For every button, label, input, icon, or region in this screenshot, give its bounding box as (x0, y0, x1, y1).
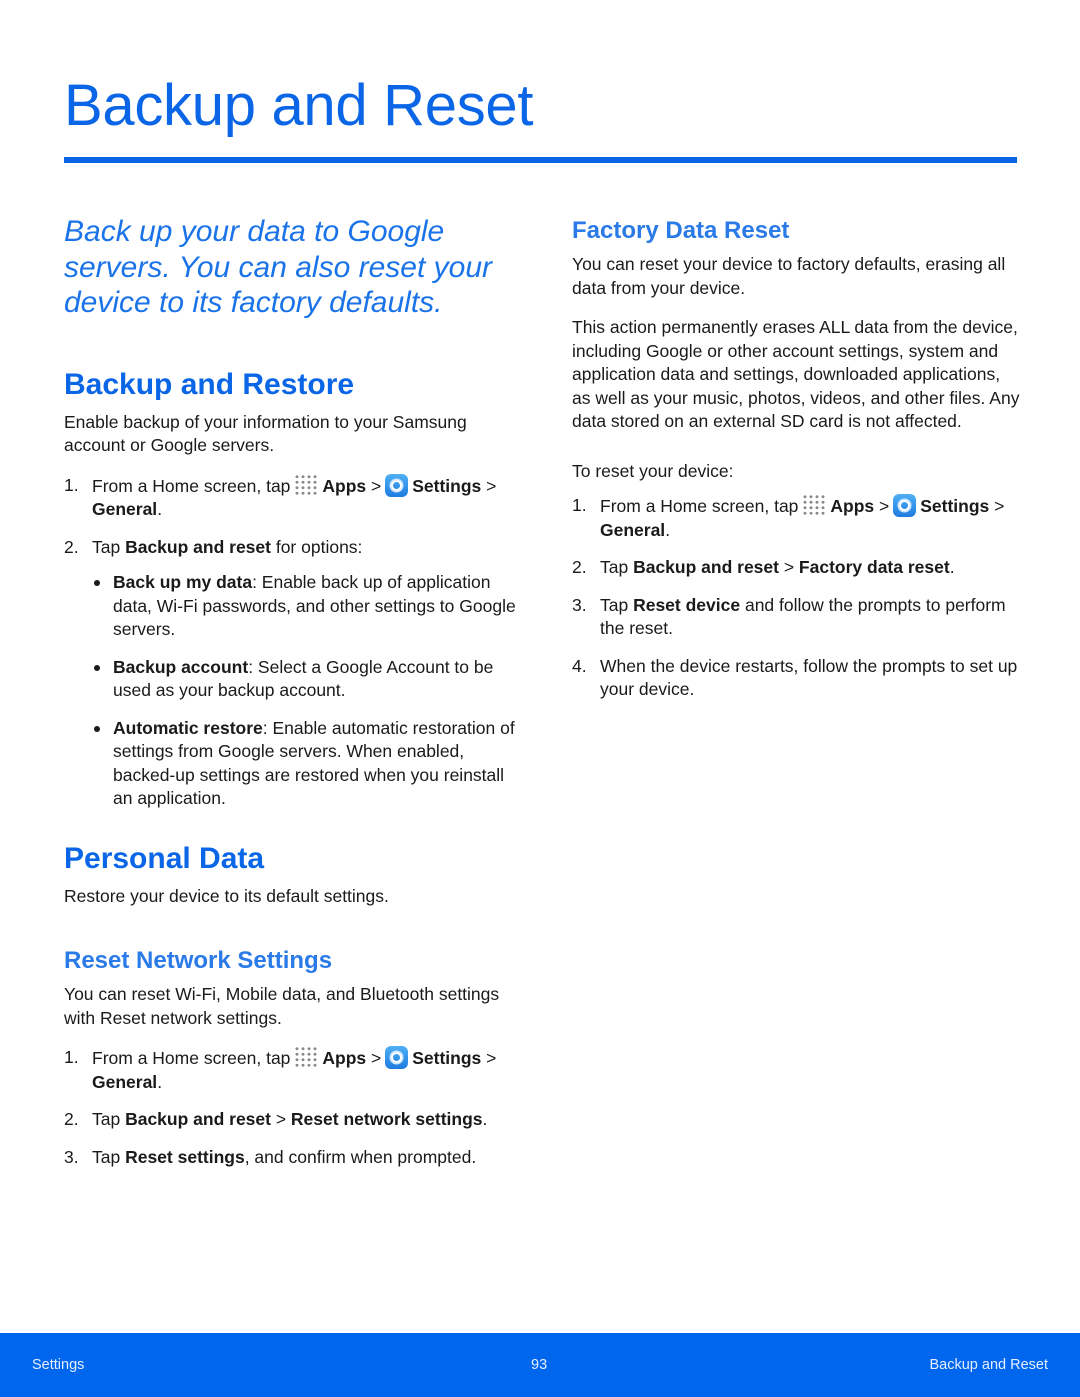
text-run: . (157, 499, 163, 519)
reset-network-steps: 1. From a Home screen, tap Apps > Settings … (64, 1046, 524, 1169)
chapter-intro: Back up your data to Google servers. You… (64, 215, 492, 319)
bold-term: Back up my data (113, 572, 253, 592)
factory-reset-steps: 1. From a Home screen, tap Apps > Settings … (572, 494, 1022, 702)
bold-term: Backup and reset (125, 1109, 271, 1129)
bullet-item: Automatic restore: Enable automatic rest… (92, 717, 524, 811)
apps-grid-icon (294, 1046, 319, 1068)
text-run: > (366, 475, 382, 496)
bold-term: Apps (322, 1048, 367, 1068)
step-number: 2. (64, 536, 79, 557)
text-run: From a Home screen, tap (92, 475, 291, 496)
reset-network-para: You can reset Wi-Fi, Mobile data, and Bl… (64, 984, 500, 1028)
text-run: Tap (92, 1146, 126, 1167)
text-run: > (366, 1048, 382, 1068)
step-number: 4. (572, 655, 587, 676)
settings-gear-icon (385, 1046, 409, 1069)
step-number: 3. (64, 1146, 79, 1167)
settings-gear-icon (385, 473, 409, 497)
bullet-item: Backup account: Select a Google Account … (92, 656, 524, 703)
bold-term: Settings (412, 1048, 482, 1068)
bold-term: Apps (322, 475, 367, 496)
step-number: 2. (572, 557, 587, 577)
text-run: Tap (600, 594, 634, 615)
text-run: Tap (600, 557, 634, 577)
backup-options-list: Back up my data: Enable back up of appli… (92, 571, 524, 811)
step-item: 3. Tap Reset settings, and confirm when p… (64, 1146, 524, 1170)
bold-term: Backup and reset (633, 557, 779, 577)
step-item: 2. Tap Backup and reset > Factory data re… (572, 556, 1022, 580)
text-run: From a Home screen, tap (92, 1048, 291, 1068)
page-footer: Settings 93 Backup and Reset (0, 1333, 1080, 1397)
text-run: . (665, 519, 671, 540)
bold-term: General (600, 519, 666, 540)
text-run: When the device restarts, follow the pro… (600, 655, 1018, 700)
backup-restore-steps: 1. From a Home screen, tap Apps > Settings … (64, 473, 524, 560)
personal-data-para: Restore your device to its default setti… (64, 885, 389, 906)
settings-gear-icon (893, 494, 917, 517)
step-item: 3. Tap Reset device and follow the prompt… (572, 594, 1022, 641)
bold-term: Reset network settings (290, 1109, 483, 1129)
backup-restore-para: Enable backup of your information to you… (64, 411, 467, 456)
text-run: > (989, 496, 1005, 516)
step-number: 1. (64, 474, 79, 495)
apps-grid-icon (802, 494, 827, 516)
apps-grid-icon (294, 473, 319, 496)
factory-reset-para2: This action permanently erases ALL data … (572, 317, 1020, 431)
right-column: Factory Data Reset You can reset your de… (572, 216, 1022, 716)
text-run: for options: (270, 536, 363, 557)
bold-term: Backup and reset (125, 536, 271, 557)
text-run: > (481, 1048, 497, 1068)
heading-factory-reset: Factory Data Reset (572, 217, 790, 244)
page-title: Backup and Reset (64, 73, 534, 138)
bold-term: Settings (920, 496, 990, 516)
factory-reset-para3: To reset your device: (572, 460, 734, 481)
bold-term: Reset settings (125, 1146, 245, 1167)
step-number: 2. (64, 1109, 79, 1129)
step-item: 1. From a Home screen, tap Apps > Settings … (64, 1046, 524, 1094)
footer-section: Settings (32, 1357, 85, 1373)
bold-term: Backup account (113, 656, 249, 677)
text-run: > (874, 496, 890, 516)
text-run: > (778, 557, 799, 577)
step-item: 4. When the device restarts, follow the p… (572, 655, 1022, 702)
title-divider (64, 157, 1017, 163)
left-column: Back up your data to Google servers. You… (64, 214, 524, 1183)
text-run: > (270, 1109, 291, 1129)
bold-term: Automatic restore (113, 717, 263, 738)
factory-reset-para1: You can reset your device to factory def… (572, 254, 1006, 298)
step-number: 1. (572, 495, 587, 515)
bold-term: Factory data reset (798, 557, 950, 577)
page-number: 93 (531, 1357, 548, 1373)
bold-term: General (92, 499, 158, 519)
step-item: 2. Tap Backup and reset for options: (64, 536, 524, 560)
bold-term: Reset device (633, 594, 741, 615)
step-number: 1. (64, 1047, 79, 1067)
step-item: 2. Tap Backup and reset > Reset network s… (64, 1108, 524, 1132)
bold-term: General (92, 1071, 158, 1092)
bullet-item: Back up my data: Enable back up of appli… (92, 571, 524, 642)
text-run: Tap (92, 536, 126, 557)
text-run: . (157, 1071, 163, 1092)
step-item: 1. From a Home screen, tap Apps > Settings … (64, 473, 524, 522)
bold-term: Settings (412, 475, 482, 496)
step-number: 3. (572, 594, 587, 615)
text-run: , and confirm when prompted. (244, 1146, 477, 1167)
text-run: From a Home screen, tap (600, 496, 799, 516)
heading-backup-restore: Backup and Restore (64, 367, 355, 401)
text-run: Tap (92, 1109, 126, 1129)
text-run: > (481, 475, 497, 496)
footer-chapter: Backup and Reset (929, 1357, 1049, 1373)
bold-term: Apps (830, 496, 875, 516)
heading-personal-data: Personal Data (64, 841, 265, 875)
heading-reset-network: Reset Network Settings (64, 947, 333, 974)
step-item: 1. From a Home screen, tap Apps > Settings … (572, 494, 1022, 542)
text-run: . (949, 557, 955, 577)
text-run: . (482, 1109, 488, 1129)
